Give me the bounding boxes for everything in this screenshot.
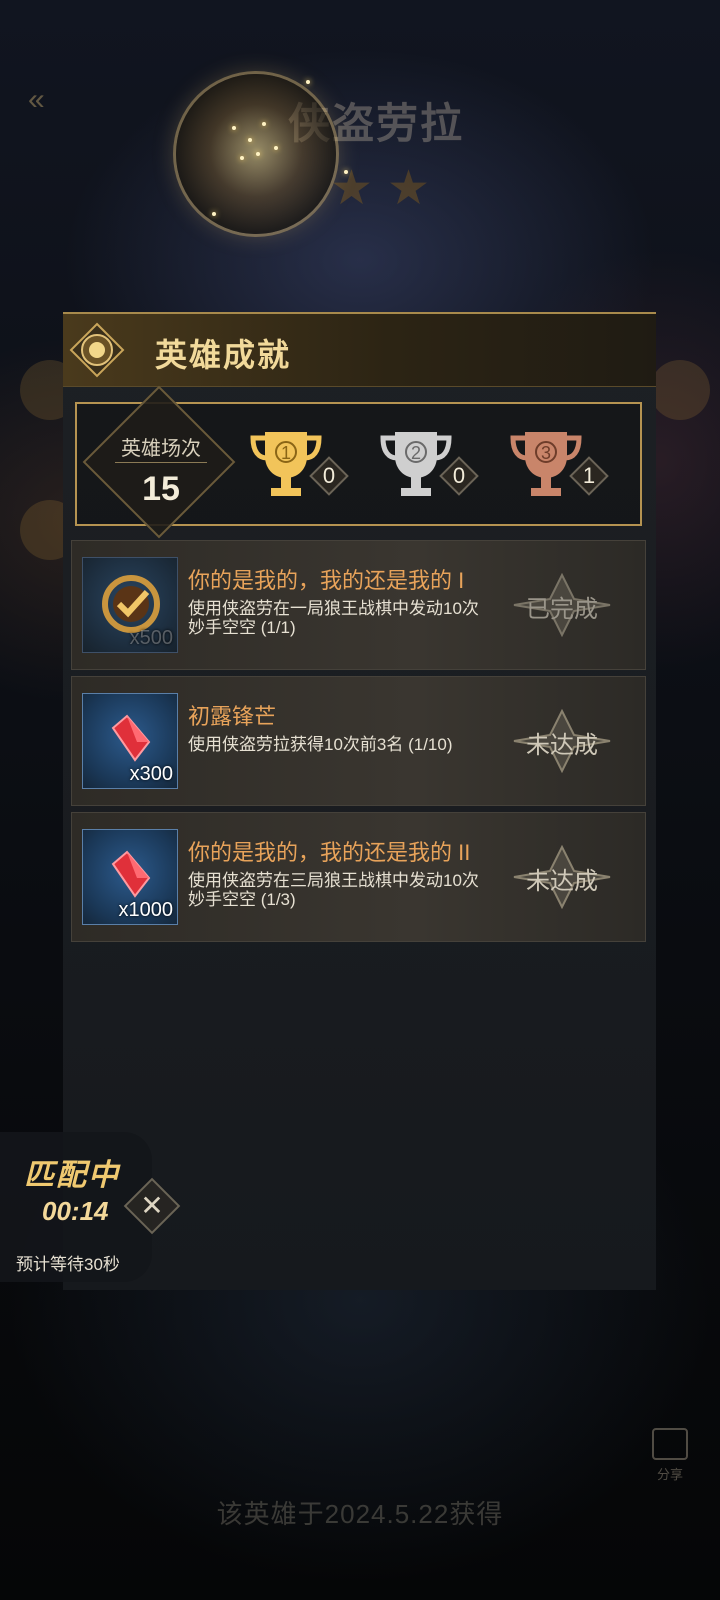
achievement-emblem-icon bbox=[69, 322, 125, 378]
back-icon[interactable]: « bbox=[28, 85, 78, 115]
svg-text:2: 2 bbox=[411, 443, 421, 463]
games-label: 英雄场次 bbox=[121, 438, 201, 460]
reward-quantity: x500 bbox=[129, 627, 173, 649]
hero-acquired-text: 该英雄于2024.5.22获得 bbox=[216, 1499, 504, 1529]
panel-title: 英雄成就 bbox=[155, 337, 292, 373]
bronze-trophy-count: 1 bbox=[582, 463, 596, 488]
hero-achievement-panel: 英雄成就 英雄场次 15 1 0 2 0 3 1 x500 你的是我的，我的还是… bbox=[63, 312, 656, 1290]
reward-quantity: x300 bbox=[129, 763, 173, 785]
status-badge: 已完成 bbox=[526, 596, 598, 623]
matching-timer: 00:14 bbox=[42, 1196, 109, 1226]
reward-icon: x1000 bbox=[82, 829, 178, 925]
svg-text:3: 3 bbox=[541, 443, 551, 463]
red-gem-icon bbox=[111, 850, 151, 898]
side-skill-icon[interactable] bbox=[650, 360, 710, 420]
share-label: 分享 bbox=[656, 1467, 683, 1482]
achievement-row[interactable]: x300 初露锋芒 使用侠盗劳拉获得10次前3名 (1/10) 未达成 bbox=[71, 676, 646, 806]
achievement-description: 使用侠盗劳在一局狼王战棋中发动10次妙手空空 (1/1) bbox=[188, 599, 479, 637]
matching-title: 匹配中 bbox=[24, 1159, 120, 1192]
achievement-title: 初露锋芒 bbox=[188, 704, 277, 729]
red-gem-icon bbox=[111, 714, 151, 762]
share-button[interactable]: 分享 bbox=[648, 1428, 692, 1488]
svg-text:1: 1 bbox=[281, 443, 291, 463]
achievement-row[interactable]: x1000 你的是我的，我的还是我的 II 使用侠盗劳在三局狼王战棋中发动10次… bbox=[71, 812, 646, 942]
close-icon[interactable]: ✕ bbox=[132, 1186, 172, 1226]
achievement-row[interactable]: x500 你的是我的，我的还是我的 I 使用侠盗劳在一局狼王战棋中发动10次妙手… bbox=[71, 540, 646, 670]
status-badge: 未达成 bbox=[526, 732, 598, 759]
achievement-description: 使用侠盗劳在三局狼王战棋中发动10次妙手空空 (1/3) bbox=[188, 871, 479, 909]
games-value: 15 bbox=[142, 470, 180, 508]
reward-icon: x500 bbox=[82, 557, 178, 653]
hero-stars-icon: ★★ bbox=[330, 162, 445, 215]
silver-trophy-icon: 2 bbox=[380, 432, 452, 496]
achievement-title: 你的是我的，我的还是我的 I bbox=[188, 568, 465, 593]
matching-estimate: 预计等待30秒 bbox=[16, 1255, 120, 1274]
status-badge: 未达成 bbox=[526, 868, 598, 895]
achievement-title: 你的是我的，我的还是我的 II bbox=[188, 840, 471, 865]
gold-trophy-icon: 1 bbox=[250, 432, 322, 496]
share-icon bbox=[652, 1428, 688, 1460]
panel-header: 英雄成就 bbox=[63, 314, 656, 387]
achievement-description: 使用侠盗劳拉获得10次前3名 (1/10) bbox=[188, 735, 453, 754]
reward-icon: x300 bbox=[82, 693, 178, 789]
gold-trophy-count: 0 bbox=[322, 463, 336, 488]
hero-stats: 英雄场次 15 1 0 2 0 3 1 bbox=[75, 385, 642, 539]
silver-trophy-count: 0 bbox=[452, 463, 466, 488]
reward-quantity: x1000 bbox=[118, 899, 174, 921]
bronze-trophy-icon: 3 bbox=[510, 432, 582, 496]
